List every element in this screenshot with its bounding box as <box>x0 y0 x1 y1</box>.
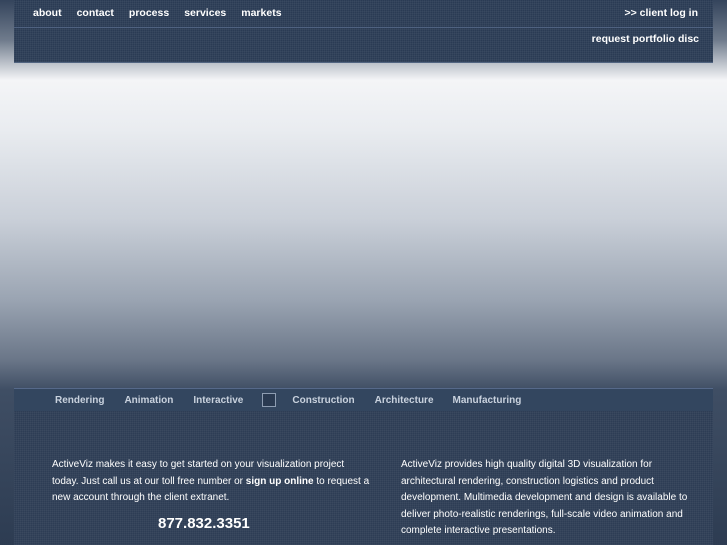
nav-about[interactable]: about <box>33 7 62 19</box>
main-nav: about contact process services markets <box>33 7 282 19</box>
nav-contact[interactable]: contact <box>77 7 114 19</box>
phone-number: 877.832.3351 <box>158 515 250 532</box>
nav-markets[interactable]: markets <box>241 7 281 19</box>
intro-paragraph: ActiveViz makes it easy to get started o… <box>52 457 372 507</box>
category-architecture[interactable]: Architecture <box>375 395 434 406</box>
content-panel: ActiveViz makes it easy to get started o… <box>14 411 713 545</box>
client-login-link[interactable]: >> client log in <box>624 7 698 19</box>
category-separator-box <box>262 393 277 407</box>
nav-divider <box>14 27 713 28</box>
category-rendering[interactable]: Rendering <box>55 395 104 406</box>
sign-up-online-link[interactable]: sign up online <box>246 476 314 487</box>
request-portfolio-link[interactable]: request portfolio disc <box>592 33 699 45</box>
category-manufacturing[interactable]: Manufacturing <box>453 395 522 406</box>
category-bar: Rendering Animation Interactive Construc… <box>14 388 713 412</box>
about-paragraph: ActiveViz provides high quality digital … <box>401 459 688 536</box>
nav-services[interactable]: services <box>184 7 226 19</box>
category-interactive[interactable]: Interactive <box>193 395 243 406</box>
category-construction[interactable]: Construction <box>292 395 354 406</box>
category-animation[interactable]: Animation <box>124 395 173 406</box>
nav-process[interactable]: process <box>129 7 169 19</box>
top-nav-bar: about contact process services markets >… <box>14 0 713 63</box>
